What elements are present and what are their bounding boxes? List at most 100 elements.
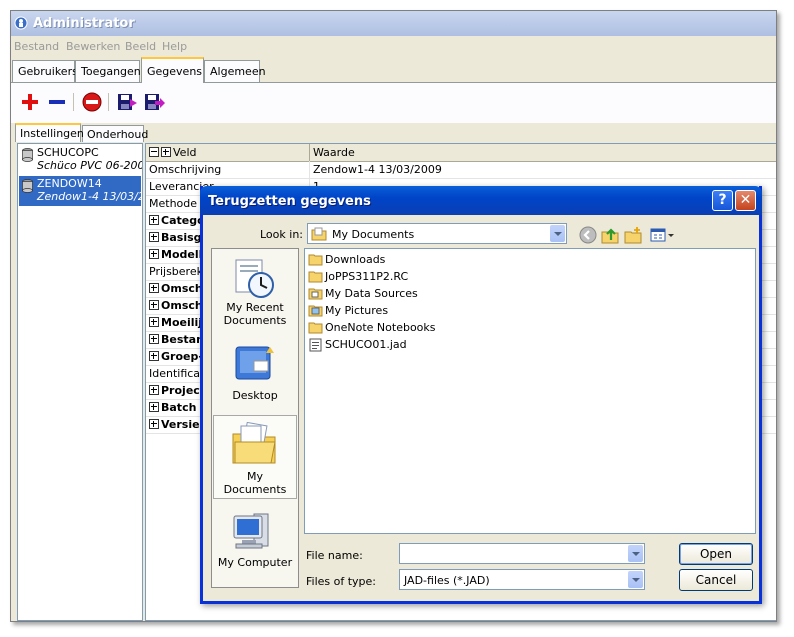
up-folder-icon[interactable] xyxy=(601,226,619,244)
list-item[interactable]: SCHUCOPC Schüco PVC 06-200... xyxy=(19,145,142,175)
my-documents-folder-icon xyxy=(311,227,327,241)
tab-algemeen[interactable]: Algemeen xyxy=(204,60,266,82)
table-row[interactable]: Omschrijving Zendow1-4 13/03/2009 xyxy=(146,161,776,179)
expand-icon[interactable] xyxy=(149,385,159,395)
menu-beeld[interactable]: Beeld xyxy=(125,40,156,53)
folder-icon xyxy=(308,322,323,334)
look-in-select[interactable]: My Documents xyxy=(307,223,567,244)
chevron-down-icon[interactable] xyxy=(550,225,565,242)
file-type-select[interactable]: JAD-files (*.JAD) xyxy=(399,569,645,590)
chevron-down-icon[interactable] xyxy=(628,571,643,588)
expand-icon[interactable] xyxy=(149,317,159,327)
expand-icon[interactable] xyxy=(149,334,159,344)
column-veld-label: Veld xyxy=(173,146,197,159)
expand-icon[interactable] xyxy=(149,232,159,242)
file-name-label: File name: xyxy=(306,549,363,562)
look-in-label: Look in: xyxy=(260,228,303,241)
close-button[interactable]: ✕ xyxy=(735,190,756,211)
my-computer-icon xyxy=(233,513,269,549)
export-icon[interactable] xyxy=(142,90,166,114)
save-icon[interactable] xyxy=(115,90,139,114)
open-button[interactable]: Open xyxy=(679,543,753,565)
add-icon[interactable] xyxy=(18,90,42,114)
data-sources-folder-icon xyxy=(308,288,323,300)
list-item-name: ZENDOW14 xyxy=(37,177,102,190)
list-item-name: SCHUCOPC xyxy=(37,146,99,159)
tab-instellingen[interactable]: Instellingen xyxy=(15,123,84,142)
app-icon xyxy=(14,16,28,30)
cancel-button[interactable]: Cancel xyxy=(679,569,753,591)
cell-waarde[interactable]: Zendow1-4 13/03/2009 xyxy=(310,161,776,178)
expand-icon[interactable] xyxy=(149,215,159,225)
place-label: My Recent Documents xyxy=(223,301,287,327)
cell-veld-text: Project xyxy=(161,384,206,397)
back-icon[interactable] xyxy=(579,226,597,244)
grid-header: Veld Waarde xyxy=(146,144,776,162)
grid-header-veld[interactable]: Veld xyxy=(146,144,310,161)
folder-icon xyxy=(308,254,323,266)
chevron-down-icon[interactable] xyxy=(628,545,643,562)
file-list[interactable]: Downloads JoPPS311P2.RC My Data Sources … xyxy=(304,248,756,534)
menu-help[interactable]: Help xyxy=(162,40,187,53)
place-desktop[interactable]: Desktop xyxy=(213,337,297,421)
expand-icon[interactable] xyxy=(149,283,159,293)
look-in-value: My Documents xyxy=(332,228,415,241)
desktop-icon xyxy=(235,346,274,380)
database-icon xyxy=(22,179,33,193)
place-my-documents[interactable]: My Documents xyxy=(213,415,297,499)
expand-icon[interactable] xyxy=(149,351,159,361)
list-item-description: Zendow1-4 13/03/2... xyxy=(37,190,142,203)
tab-gebruikers[interactable]: Gebruikers xyxy=(12,60,78,82)
expand-all-icon[interactable] xyxy=(161,147,171,157)
places-bar: My Recent Documents Desktop My Documents… xyxy=(211,248,299,588)
toolbar-separator xyxy=(73,93,74,111)
place-label: Desktop xyxy=(232,389,278,402)
file-type-label: Files of type: xyxy=(306,575,377,588)
restore-dialog: Terugzetten gegevens ? ✕ Look in: My Doc… xyxy=(200,186,762,604)
expand-icon[interactable] xyxy=(149,402,159,412)
menu-bestand[interactable]: Bestand xyxy=(14,40,59,53)
grid-header-waarde[interactable]: Waarde xyxy=(310,144,776,161)
collapse-all-icon[interactable] xyxy=(149,147,159,157)
window-title: Administrator xyxy=(33,16,135,31)
menubar: Bestand Bewerken Beeld Help xyxy=(11,37,776,55)
window-titlebar: Administrator xyxy=(11,11,776,36)
file-name: My Data Sources xyxy=(325,287,418,300)
list-item[interactable]: ZENDOW14 Zendow1-4 13/03/2... xyxy=(19,176,142,206)
pictures-folder-icon xyxy=(308,305,323,317)
jad-file-icon xyxy=(309,338,322,352)
my-documents-icon xyxy=(232,422,276,464)
tab-toegangen[interactable]: Toegangen xyxy=(75,60,141,82)
menu-bewerken[interactable]: Bewerken xyxy=(66,40,120,53)
file-name: SCHUCO01.jad xyxy=(325,338,407,351)
new-folder-icon[interactable] xyxy=(624,226,642,244)
cell-veld: Omschrijving xyxy=(146,161,310,178)
database-list[interactable]: SCHUCOPC Schüco PVC 06-200... ZENDOW14 Z… xyxy=(17,143,143,621)
expand-icon[interactable] xyxy=(149,419,159,429)
dialog-titlebar: Terugzetten gegevens ? ✕ xyxy=(200,186,762,215)
database-icon xyxy=(22,148,33,162)
help-button[interactable]: ? xyxy=(712,190,733,211)
place-recent-documents[interactable]: My Recent Documents xyxy=(213,251,297,335)
remove-icon[interactable] xyxy=(45,90,69,114)
file-name: My Pictures xyxy=(325,304,389,317)
folder-icon xyxy=(308,271,323,283)
toolbar xyxy=(11,83,776,123)
tab-gegevens[interactable]: Gegevens xyxy=(141,57,204,83)
stop-icon[interactable] xyxy=(80,90,104,114)
main-tabs: Gebruikers Toegangen Gegevens Algemeen xyxy=(11,56,776,83)
file-type-value: JAD-files (*.JAD) xyxy=(404,574,490,587)
place-label: My Documents xyxy=(223,470,287,496)
expand-icon[interactable] xyxy=(149,300,159,310)
recent-documents-icon xyxy=(235,259,274,298)
place-my-computer[interactable]: My Computer xyxy=(213,504,297,588)
file-name: OneNote Notebooks xyxy=(325,321,436,334)
file-name: Downloads xyxy=(325,253,386,266)
toolbar-separator xyxy=(108,93,109,111)
view-menu-icon[interactable] xyxy=(649,226,675,244)
place-label: My Computer xyxy=(217,556,293,569)
sub-tabs: Instellingen Onderhoud xyxy=(11,123,776,142)
tab-onderhoud[interactable]: Onderhoud xyxy=(82,125,148,142)
expand-icon[interactable] xyxy=(149,249,159,259)
file-name-input[interactable] xyxy=(399,543,645,564)
